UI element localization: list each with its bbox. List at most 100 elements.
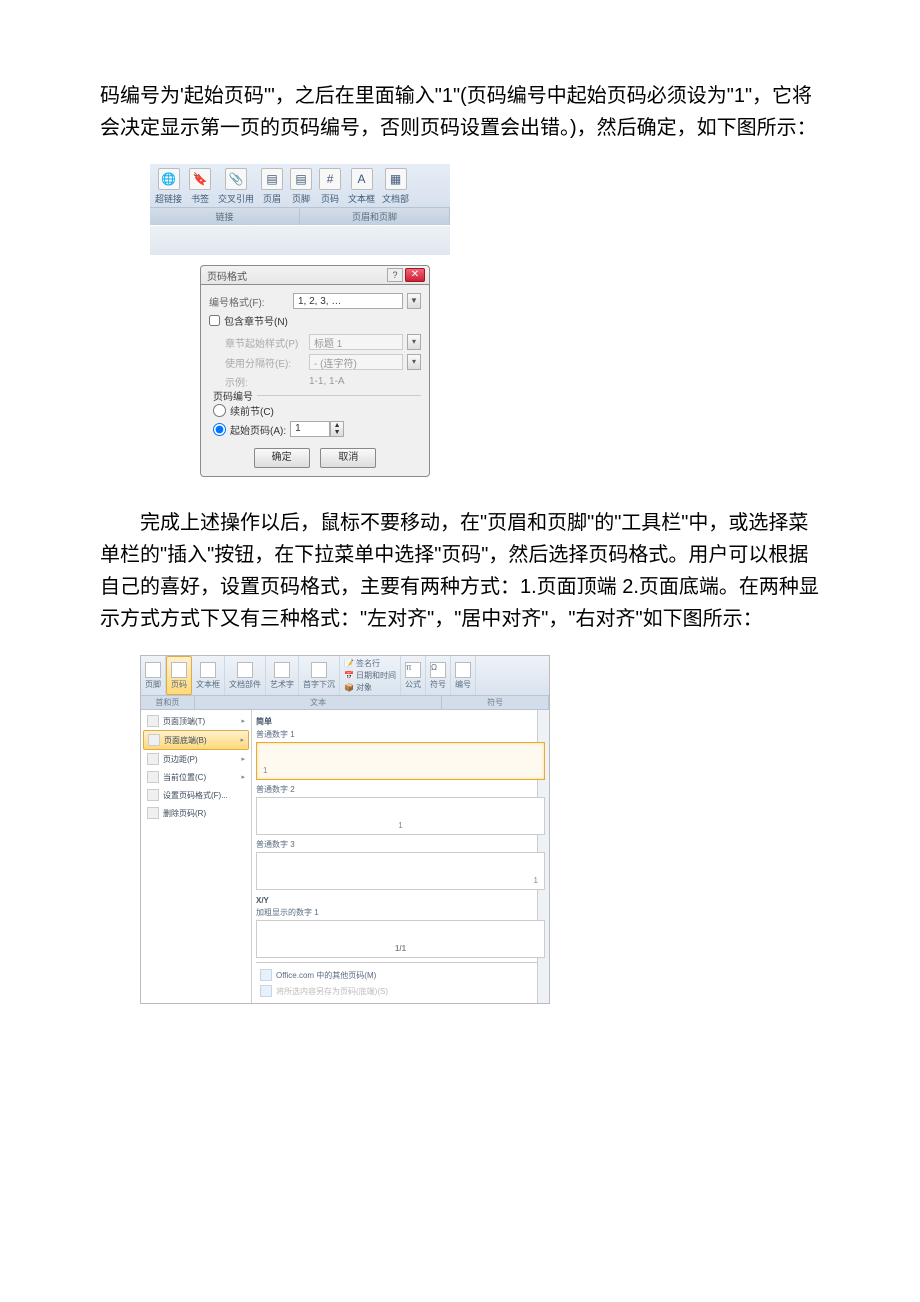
hash-icon bbox=[171, 662, 187, 678]
btn-footer[interactable]: 页脚 bbox=[141, 656, 166, 695]
btn-docparts[interactable]: 文档部件 bbox=[225, 656, 266, 695]
dropdown-icon: ▾ bbox=[407, 334, 421, 350]
paragraph-1: 码编号为'起始页码'"，之后在里面输入"1"(页码编号中起始页码必须设为"1"，… bbox=[100, 80, 820, 144]
btn-symbol[interactable]: Ω符号 bbox=[426, 656, 451, 695]
btn-number[interactable]: 编号 bbox=[451, 656, 476, 695]
chevron-right-icon: ▸ bbox=[241, 773, 245, 781]
menu-format-pagenum[interactable]: 设置页码格式(F)... bbox=[143, 786, 249, 804]
menu-page-margins[interactable]: 页边距(P)▸ bbox=[143, 750, 249, 768]
label-continue: 续前节(C) bbox=[230, 403, 274, 418]
btn-pagenum[interactable]: #页码 bbox=[316, 166, 344, 207]
btn-hyperlink[interactable]: 🌐超链接 bbox=[152, 166, 185, 207]
group-links: 链接 bbox=[150, 208, 300, 225]
btn-docparts[interactable]: ▦文档部 bbox=[379, 166, 412, 207]
text-extras: 📝签名行 📅日期和时间 📦对象 bbox=[340, 656, 401, 695]
menu-remove-pagenum[interactable]: 删除页码(R) bbox=[143, 804, 249, 822]
group-symbol: 符号 bbox=[442, 696, 549, 709]
btn-bookmark[interactable]: 🔖书签 bbox=[186, 166, 214, 207]
btn-equation[interactable]: π公式 bbox=[401, 656, 426, 695]
btn-footer[interactable]: ▤页脚 bbox=[287, 166, 315, 207]
btn-pagenum[interactable]: 页码 bbox=[166, 656, 192, 695]
checkbox-include-chapter[interactable] bbox=[209, 315, 220, 326]
label-example: 示例: bbox=[225, 374, 305, 389]
remove-icon bbox=[147, 807, 159, 819]
combo-number-format[interactable]: 1, 2, 3, … bbox=[293, 293, 403, 309]
wordart-icon bbox=[274, 662, 290, 678]
btn-textbox[interactable]: 文本框 bbox=[192, 656, 225, 695]
gallery-more-office[interactable]: Office.com 中的其他页码(M) bbox=[260, 967, 541, 983]
menu-bottom-of-page[interactable]: 页面底端(B)▸ bbox=[143, 730, 249, 750]
omega-icon: Ω bbox=[430, 662, 446, 678]
page-top-icon bbox=[147, 715, 159, 727]
format-icon bbox=[147, 789, 159, 801]
gallery-preview-bold[interactable]: 1/1 bbox=[256, 920, 545, 958]
office-icon bbox=[260, 969, 272, 981]
save-icon bbox=[260, 985, 272, 997]
pagenum-menu: 页面顶端(T)▸ 页面底端(B)▸ 页边距(P)▸ 当前位置(C)▸ 设置页码格… bbox=[141, 710, 251, 1003]
dropcap-icon bbox=[311, 662, 327, 678]
label-start-at: 起始页码(A): bbox=[230, 422, 286, 437]
cancel-button[interactable]: 取消 bbox=[320, 448, 376, 468]
gallery-preview-center[interactable]: 1 bbox=[256, 797, 545, 835]
combo-chapter-style: 标题 1 bbox=[309, 334, 403, 350]
gallery-label-3: 普通数字 3 bbox=[256, 839, 545, 850]
gallery-label-2: 普通数字 2 bbox=[256, 784, 545, 795]
label-separator: 使用分隔符(E): bbox=[225, 355, 305, 370]
textbox-icon bbox=[200, 662, 216, 678]
close-button[interactable]: ✕ bbox=[405, 268, 425, 282]
btn-header[interactable]: ▤页眉 bbox=[258, 166, 286, 207]
dropdown-icon[interactable]: ▼ bbox=[407, 293, 421, 309]
textbox-icon: A bbox=[351, 168, 373, 190]
chevron-right-icon: ▸ bbox=[241, 755, 245, 763]
btn-crossref[interactable]: 📎交叉引用 bbox=[215, 166, 257, 207]
gallery-section-xy: X/Y bbox=[256, 894, 545, 907]
btn-dropcap[interactable]: 首字下沉 bbox=[299, 656, 340, 695]
btn-wordart[interactable]: 艺术字 bbox=[266, 656, 299, 695]
ribbon-insert: 🌐超链接 🔖书签 📎交叉引用 ▤页眉 ▤页脚 #页码 A文本框 ▦文档部 链接 … bbox=[150, 164, 450, 255]
page-bottom-icon bbox=[148, 734, 160, 746]
spinner-buttons[interactable]: ▲▼ bbox=[330, 421, 344, 437]
btn-textbox[interactable]: A文本框 bbox=[345, 166, 378, 207]
ref-icon: 📎 bbox=[225, 168, 247, 190]
margin-icon bbox=[147, 753, 159, 765]
gallery-preview-left[interactable]: 1 bbox=[256, 742, 545, 780]
footer-icon: ▤ bbox=[290, 168, 312, 190]
doc-area bbox=[150, 225, 450, 255]
label-number-format: 编号格式(F): bbox=[209, 294, 289, 309]
label-include-chapter: 包含章节号(N) bbox=[224, 313, 288, 328]
example-value: 1-1, 1-A bbox=[309, 376, 345, 387]
bookmark-icon: 🔖 bbox=[189, 168, 211, 190]
group-page-numbering: 页码编号 bbox=[209, 388, 257, 403]
label-chapter-style: 章节起始样式(P) bbox=[225, 335, 305, 350]
radio-continue[interactable] bbox=[213, 404, 226, 417]
dialog-page-number-format: 页码格式 ? ✕ 编号格式(F): 1, 2, 3, … ▼ 包含章节号(N) … bbox=[200, 265, 430, 477]
gallery-preview-right[interactable]: 1 bbox=[256, 852, 545, 890]
cursor-icon bbox=[147, 771, 159, 783]
ok-button[interactable]: 确定 bbox=[254, 448, 310, 468]
group-text: 文本 bbox=[195, 696, 443, 709]
group-headerfooter: 页眉和页脚 bbox=[300, 208, 450, 225]
header-icon: ▤ bbox=[261, 168, 283, 190]
help-button[interactable]: ? bbox=[387, 268, 403, 282]
number-icon bbox=[455, 662, 471, 678]
input-start-at[interactable]: 1 bbox=[290, 421, 330, 437]
gallery-section-simple: 简单 bbox=[256, 714, 545, 729]
menu-top-of-page[interactable]: 页面顶端(T)▸ bbox=[143, 712, 249, 730]
gallery-label-4: 加粗显示的数字 1 bbox=[256, 907, 545, 918]
menu-current-position[interactable]: 当前位置(C)▸ bbox=[143, 768, 249, 786]
screenshot-page-number-gallery: 页脚 页码 文本框 文档部件 艺术字 首字下沉 📝签名行 📅日期和时间 📦对象 … bbox=[140, 655, 550, 1004]
parts-icon: ▦ bbox=[385, 168, 407, 190]
group-blank: 首和页 bbox=[141, 696, 195, 709]
dialog-titlebar[interactable]: 页码格式 ? ✕ bbox=[200, 265, 430, 285]
dropdown-icon: ▾ bbox=[407, 354, 421, 370]
gallery-label-1: 普通数字 1 bbox=[256, 729, 545, 740]
globe-icon: 🌐 bbox=[158, 168, 180, 190]
gallery-save-selection: 将所选内容另存为页码(底端)(S) bbox=[260, 983, 541, 999]
chevron-right-icon: ▸ bbox=[240, 736, 244, 744]
footer-icon bbox=[145, 662, 161, 678]
radio-start-at[interactable] bbox=[213, 423, 226, 436]
gallery: 简单 普通数字 1 1 普通数字 2 1 普通数字 3 1 X/Y 加粗显示的数… bbox=[251, 710, 549, 1003]
pi-icon: π bbox=[405, 662, 421, 678]
paragraph-2: 完成上述操作以后，鼠标不要移动，在"页眉和页脚"的"工具栏"中，或选择菜单栏的"… bbox=[100, 507, 820, 635]
combo-separator: - (连字符) bbox=[309, 354, 403, 370]
